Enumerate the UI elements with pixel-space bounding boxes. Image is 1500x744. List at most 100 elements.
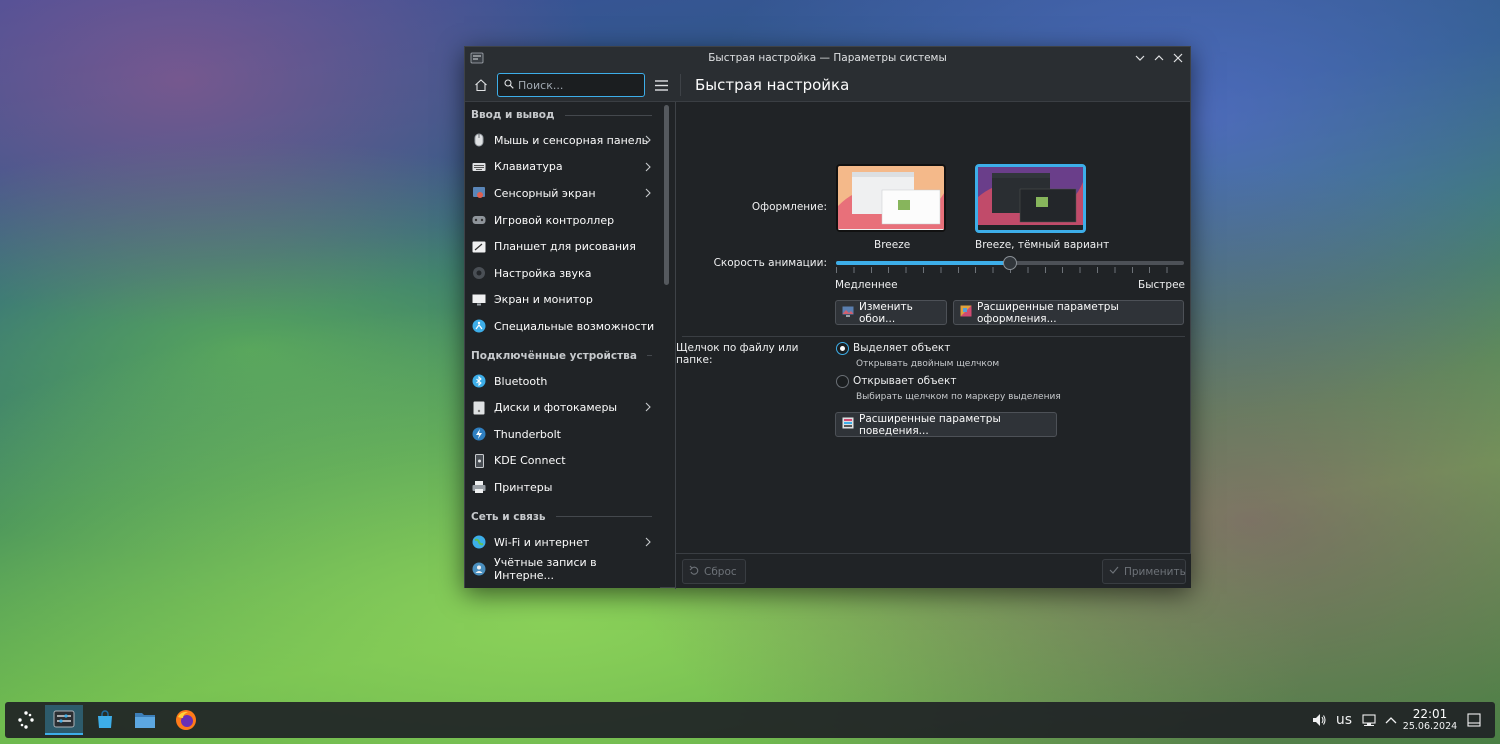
sidebar: Ввод и вывод Мышь и сенсорная панель Кла… <box>465 103 660 588</box>
sidebar-item-bluetooth[interactable]: Bluetooth <box>465 368 660 395</box>
sidebar-item-gamepad[interactable]: Игровой контроллер <box>465 207 660 234</box>
radio-select-object-label[interactable]: Выделяет объект <box>853 342 950 354</box>
slider-handle[interactable] <box>1003 256 1017 270</box>
sidebar-item-label: Игровой контроллер <box>494 213 615 227</box>
radio-open-object[interactable] <box>836 375 849 388</box>
behavior-settings-icon <box>842 417 854 432</box>
animation-fast-label: Быстрее <box>1138 279 1185 291</box>
drive-icon <box>472 401 486 415</box>
chevron-right-icon <box>645 162 651 175</box>
touchscreen-icon <box>472 186 486 200</box>
sidebar-item-online-accounts[interactable]: Учётные записи в Интерне... <box>465 555 660 582</box>
sidebar-item-audio[interactable]: Настройка звука <box>465 260 660 287</box>
sidebar-item-keyboard[interactable]: Клавиатура <box>465 154 660 181</box>
toolbar: Быстрая настройка <box>465 69 1190 102</box>
section-title: Сеть и связь <box>471 510 546 523</box>
firefox-icon[interactable] <box>167 705 205 735</box>
system-settings-window: Быстрая настройка — Параметры системы По… <box>464 46 1191 589</box>
undo-icon <box>689 565 699 578</box>
network-icon[interactable] <box>1360 702 1378 738</box>
thunderbolt-icon <box>472 427 486 441</box>
sidebar-item-drawing-tablet[interactable]: Планшет для рисования <box>465 233 660 260</box>
sidebar-item-touchscreen[interactable]: Сенсорный экран <box>465 180 660 207</box>
sidebar-item-wifi[interactable]: Wi-Fi и интернет <box>465 529 660 556</box>
chevron-right-icon <box>645 402 651 415</box>
change-wallpaper-label: Изменить обои... <box>859 300 913 325</box>
advanced-appearance-label: Расширенные параметры оформления... <box>977 300 1119 325</box>
color-palette-icon <box>960 305 972 320</box>
click-behavior-label: Щелчок по файлу или папке: <box>676 342 799 366</box>
animation-speed-slider[interactable] <box>836 255 1184 275</box>
sidebar-item-label: Wi-Fi и интернет <box>494 535 590 549</box>
keyboard-layout-indicator[interactable]: us <box>1333 702 1355 738</box>
clock[interactable]: 22:01 25.06.2024 <box>1401 702 1459 738</box>
audio-icon <box>472 266 486 280</box>
bluetooth-icon <box>472 374 486 388</box>
section-title: Подключённые устройства <box>471 349 637 362</box>
accessibility-icon <box>472 319 486 333</box>
animation-slow-label: Медленнее <box>835 279 898 291</box>
sidebar-item-mouse[interactable]: Мышь и сенсорная панель <box>465 127 660 154</box>
titlebar[interactable]: Быстрая настройка — Параметры системы <box>465 47 1190 69</box>
sidebar-item-label: Bluetooth <box>494 374 548 388</box>
sidebar-scrollbar[interactable] <box>664 105 669 285</box>
home-icon[interactable] <box>470 74 492 96</box>
discover-store-icon[interactable] <box>86 705 124 735</box>
taskbar: us 22:01 25.06.2024 <box>5 702 1495 738</box>
toolbar-divider <box>680 74 681 96</box>
clock-date: 25.06.2024 <box>1402 721 1458 732</box>
divider <box>564 114 652 116</box>
quick-settings-content: Оформление: Breeze Breeze, тёмный вариан… <box>676 103 1191 555</box>
hamburger-menu-icon[interactable] <box>650 74 672 96</box>
sidebar-item-label: Мышь и сенсорная панель <box>494 133 649 147</box>
show-desktop-icon[interactable] <box>1465 702 1483 738</box>
sidebar-item-kde-connect[interactable]: KDE Connect <box>465 448 660 475</box>
mouse-icon <box>472 133 486 147</box>
reset-button[interactable]: Сброс <box>682 559 746 584</box>
sidebar-item-thunderbolt[interactable]: Thunderbolt <box>465 421 660 448</box>
close-icon[interactable] <box>1170 50 1186 66</box>
minimize-icon[interactable] <box>1132 50 1148 66</box>
divider <box>646 355 652 357</box>
printer-icon <box>472 480 486 494</box>
change-wallpaper-button[interactable]: Изменить обои... <box>835 300 947 325</box>
sidebar-item-printers[interactable]: Принтеры <box>465 474 660 501</box>
volume-icon[interactable] <box>1310 702 1328 738</box>
radio-select-object[interactable] <box>836 342 849 355</box>
chevron-right-icon <box>645 188 651 201</box>
advanced-appearance-button[interactable]: Расширенные параметры оформления... <box>953 300 1184 325</box>
dialog-footer: Сброс Применить <box>676 553 1191 588</box>
phone-icon <box>472 453 486 468</box>
tablet-icon <box>472 240 486 254</box>
theme-breeze-dark-label: Breeze, тёмный вариант <box>975 239 1110 251</box>
taskbar-system-settings[interactable] <box>45 705 83 735</box>
sidebar-item-label: Экран и монитор <box>494 293 593 307</box>
apply-label: Применить <box>1124 565 1186 578</box>
application-launcher-icon[interactable] <box>7 705 45 735</box>
sidebar-item-display[interactable]: Экран и монитор <box>465 287 660 314</box>
search-input[interactable] <box>518 78 638 92</box>
sidebar-item-accessibility[interactable]: Специальные возможности <box>465 313 660 340</box>
apply-button[interactable]: Применить <box>1102 559 1186 584</box>
search-box[interactable] <box>497 73 645 97</box>
maximize-icon[interactable] <box>1151 50 1167 66</box>
online-accounts-icon <box>472 562 486 576</box>
radio-open-object-label[interactable]: Открывает объект <box>853 375 956 387</box>
sidebar-item-label: Принтеры <box>494 480 553 494</box>
search-icon <box>504 78 514 92</box>
chevron-right-icon <box>645 537 651 550</box>
sidebar-item-drives[interactable]: Диски и фотокамеры <box>465 394 660 421</box>
appearance-label: Оформление: <box>751 201 827 213</box>
page-title: Быстрая настройка <box>695 76 850 94</box>
theme-breeze-thumbnail[interactable] <box>836 164 946 232</box>
file-manager-icon[interactable] <box>126 705 164 735</box>
theme-breeze-label: Breeze <box>874 239 911 251</box>
chevron-up-icon[interactable] <box>1382 702 1400 738</box>
sidebar-item-label: Диски и фотокамеры <box>494 401 618 415</box>
sidebar-item-label: Учётные записи в Интерне... <box>494 555 597 582</box>
sidebar-item-label: Специальные возможности <box>494 319 655 333</box>
theme-breeze-dark-thumbnail[interactable] <box>975 164 1086 233</box>
sidebar-section-header: Подключённые устройства <box>465 344 660 368</box>
system-settings-app-icon[interactable] <box>470 51 484 65</box>
advanced-behavior-button[interactable]: Расширенные параметры поведения... <box>835 412 1057 437</box>
